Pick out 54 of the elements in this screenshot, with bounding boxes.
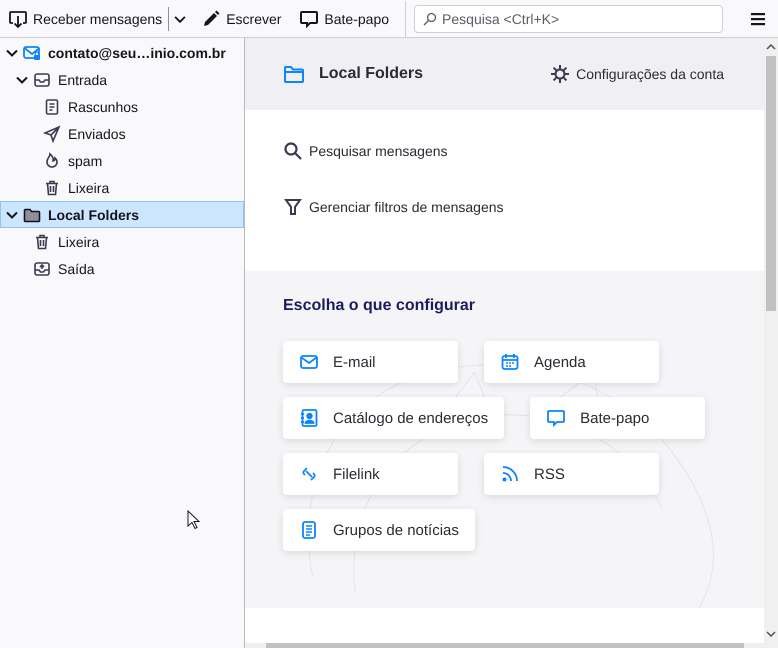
get-messages-button[interactable]: Receber mensagens <box>4 4 166 34</box>
setup-card-button[interactable]: Filelink <box>283 453 458 495</box>
folder-tree-item[interactable]: Lixeira <box>0 228 244 255</box>
search-field[interactable]: Pesquisa <Ctrl+K> <box>414 4 724 32</box>
scroll-down-icon[interactable] <box>766 629 776 639</box>
rss-icon <box>500 464 520 484</box>
account-settings-link[interactable]: Configurações da conta <box>548 62 726 86</box>
folder-tree-item[interactable]: Local Folders <box>0 201 244 228</box>
horizontal-scrollbar[interactable] <box>245 643 778 648</box>
folder-tree-item[interactable]: Entrada <box>0 66 244 93</box>
inbox-icon <box>33 70 51 88</box>
outbox-icon <box>33 260 51 278</box>
action-link[interactable]: Gerenciar filtros de mensagens <box>283 196 504 218</box>
flame-icon <box>43 152 61 170</box>
document-icon <box>43 98 61 116</box>
section-heading: Escolha o que configurar <box>283 297 476 315</box>
setup-card-button[interactable]: Bate-papo <box>530 397 706 439</box>
setup-card-button[interactable]: Agenda <box>484 341 659 383</box>
folder-tree-item[interactable]: spam <box>0 147 244 174</box>
account-title: Local Folders <box>319 65 424 83</box>
mail-account-icon <box>23 44 41 62</box>
envelope-icon <box>299 352 319 372</box>
vertical-scrollbar[interactable] <box>764 38 778 643</box>
folder-tree-item[interactable]: Saída <box>0 255 244 282</box>
menu-icon <box>750 10 766 26</box>
pencil-icon <box>201 8 222 28</box>
search-icon <box>423 12 438 26</box>
speech-bubble-icon <box>546 408 566 428</box>
chat-button[interactable]: Bate-papo <box>295 4 394 34</box>
setup-card-button[interactable]: Catálogo de endereços <box>283 397 504 439</box>
download-tray-icon <box>8 8 28 28</box>
calendar-icon <box>500 352 520 372</box>
filter-icon <box>283 197 303 217</box>
settings-icon <box>550 64 570 84</box>
folder-icon <box>283 63 305 85</box>
action-link[interactable]: Pesquisar mensagens <box>283 140 448 162</box>
setup-card-button[interactable]: Grupos de notícias <box>283 509 475 551</box>
folder-tree-item[interactable]: contato@seu…inio.com.br <box>0 39 244 66</box>
scroll-up-icon[interactable] <box>766 42 776 52</box>
folder-icon <box>23 206 41 224</box>
newspaper-icon <box>299 520 319 540</box>
folder-tree-item[interactable]: Rascunhos <box>0 93 244 120</box>
search-icon <box>283 141 303 161</box>
address-book-icon <box>299 408 319 428</box>
folder-tree-item[interactable]: Enviados <box>0 120 244 147</box>
setup-card-button[interactable]: RSS <box>484 453 659 495</box>
trash-icon <box>33 232 51 250</box>
compose-button[interactable]: Escrever <box>197 4 286 34</box>
setup-card-button[interactable]: E-mail <box>283 341 458 383</box>
paper-plane-icon <box>43 124 61 142</box>
speech-bubble-icon <box>299 8 320 28</box>
folder-tree-item[interactable]: Lixeira <box>0 174 244 201</box>
trash-icon <box>43 178 61 196</box>
mouse-cursor-icon <box>187 510 200 530</box>
